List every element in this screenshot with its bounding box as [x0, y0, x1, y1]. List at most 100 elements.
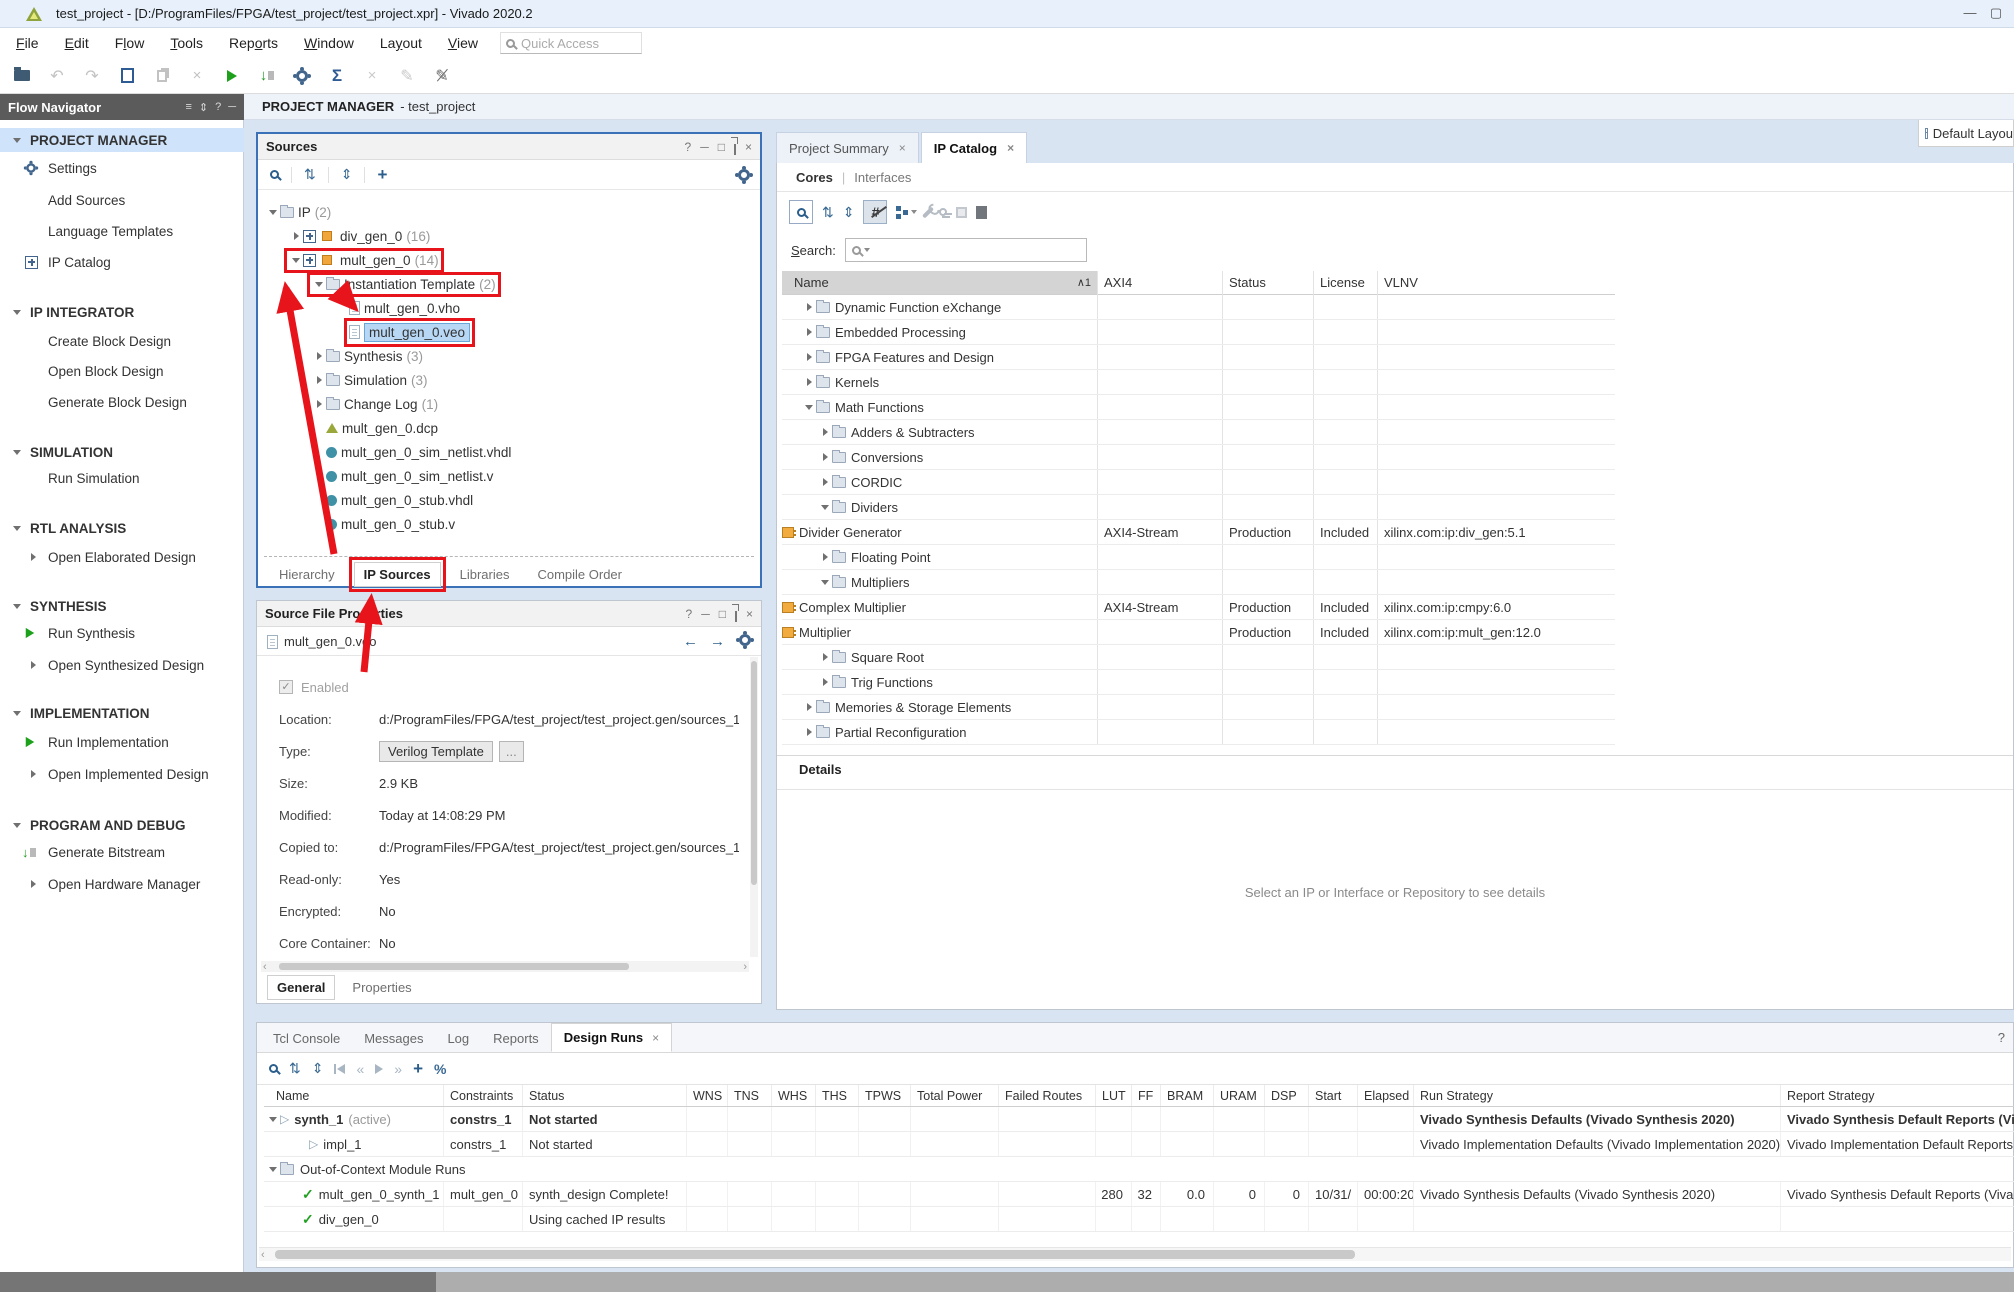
tab-ip-catalog[interactable]: IP Catalog× — [921, 132, 1027, 164]
nav-item-settings[interactable]: Settings — [0, 157, 244, 179]
edit-icon[interactable]: ✎ — [394, 64, 420, 88]
run-row-div-gen-0[interactable]: ✓div_gen_0 Using cached IP results — [264, 1207, 2014, 1232]
help-icon[interactable]: ? — [685, 140, 692, 154]
back-arrow-icon[interactable]: ← — [683, 633, 698, 650]
catalog-category[interactable]: Memories & Storage Elements — [782, 695, 1615, 720]
tree-item-mult-gen-0[interactable]: mult_gen_0(14) — [258, 248, 758, 272]
horizontal-scrollbar[interactable]: ‹ — [259, 1247, 2011, 1261]
forward-arrow-icon[interactable]: → — [710, 633, 725, 650]
collapse-all-icon[interactable]: ⇅ — [289, 1060, 301, 1077]
horizontal-scrollbar[interactable]: ‹› — [261, 961, 749, 972]
tree-item-div-gen-0[interactable]: div_gen_0(16) — [258, 224, 758, 248]
percent-icon[interactable]: % — [434, 1061, 446, 1077]
minimize-panel-icon[interactable]: ─ — [701, 607, 710, 621]
nav-item-generate-block-design[interactable]: Generate Block Design — [0, 391, 244, 413]
tab-properties[interactable]: Properties — [343, 976, 420, 999]
close-panel-icon[interactable]: × — [745, 140, 752, 154]
tree-item-mult-gen-0-vho[interactable]: mult_gen_0.vho — [258, 296, 758, 320]
settings-gear-icon[interactable] — [739, 634, 751, 646]
tab-log[interactable]: Log — [435, 1025, 481, 1052]
column-name[interactable]: Name — [264, 1085, 444, 1106]
menu-layout[interactable]: Layout — [380, 35, 422, 51]
expand-collapse-icon[interactable]: ⇕ — [199, 101, 208, 114]
minimize-panel-icon[interactable]: ─ — [700, 140, 709, 154]
hide-incompatible-icon[interactable]: # — [863, 200, 887, 224]
settings-icon[interactable] — [289, 64, 315, 88]
expand-all-icon[interactable]: ⇕ — [843, 204, 855, 221]
catalog-category-math-functions[interactable]: Math Functions — [782, 395, 1615, 420]
vertical-scrollbar[interactable] — [750, 657, 758, 957]
column-wns[interactable]: WNS — [687, 1085, 728, 1106]
column-report-strategy[interactable]: Report Strategy — [1781, 1085, 2014, 1106]
catalog-category[interactable]: Adders & Subtracters — [782, 420, 1615, 445]
column-ff[interactable]: FF — [1132, 1085, 1161, 1106]
catalog-ip-multiplier[interactable]: MultiplierProductionIncludedxilinx.com:i… — [782, 620, 1615, 645]
nav-section-ip-integrator[interactable]: IP INTEGRATOR — [0, 301, 244, 323]
delete-icon[interactable]: × — [184, 64, 210, 88]
nav-item-language-templates[interactable]: Language Templates — [0, 220, 244, 242]
chevron-right-icon[interactable] — [26, 553, 40, 561]
subtab-interfaces[interactable]: Interfaces — [854, 170, 911, 185]
group-by-hierarchy-icon[interactable] — [896, 206, 908, 218]
search-icon[interactable] — [789, 200, 813, 224]
column-elapsed[interactable]: Elapsed — [1358, 1085, 1414, 1106]
copy-icon[interactable] — [149, 64, 175, 88]
nav-item-run-synthesis[interactable]: Run Synthesis — [0, 622, 244, 644]
column-tpws[interactable]: TPWS — [859, 1085, 911, 1106]
collapse-all-icon[interactable]: ⇅ — [822, 204, 834, 221]
help-icon[interactable]: ? — [686, 607, 693, 621]
nav-item-open-implemented-design[interactable]: Open Implemented Design — [0, 763, 244, 785]
column-failed-routes[interactable]: Failed Routes — [999, 1085, 1096, 1106]
tree-item-mult-gen-0-dcp[interactable]: mult_gen_0.dcp — [258, 416, 758, 440]
help-icon[interactable]: ? — [1998, 1030, 2005, 1045]
maximize-icon[interactable]: ▢ — [1988, 6, 2004, 20]
column-name[interactable]: Name∧1 — [782, 271, 1097, 294]
nav-item-create-block-design[interactable]: Create Block Design — [0, 330, 244, 352]
run-icon[interactable] — [219, 64, 245, 88]
menu-reports[interactable]: Reports — [229, 35, 278, 51]
run-row-impl-1[interactable]: ▷impl_1 constrs_1 Not started Vivado Imp… — [264, 1132, 2014, 1157]
catalog-search-input[interactable] — [845, 238, 1087, 262]
float-panel-icon[interactable] — [734, 140, 736, 154]
minimize-icon[interactable]: — — [1962, 6, 1978, 20]
tree-item-ip[interactable]: IP(2) — [258, 200, 758, 224]
nav-item-open-elaborated-design[interactable]: Open Elaborated Design — [0, 546, 244, 568]
nav-section-rtl-analysis[interactable]: RTL ANALYSIS — [0, 517, 244, 539]
column-dsp[interactable]: DSP — [1265, 1085, 1309, 1106]
tree-item-sim-netlist-v[interactable]: mult_gen_0_sim_netlist.v — [258, 464, 758, 488]
catalog-category[interactable]: Embedded Processing — [782, 320, 1615, 345]
column-start[interactable]: Start — [1309, 1085, 1358, 1106]
quick-access-search[interactable] — [500, 32, 642, 54]
tab-compile-order[interactable]: Compile Order — [528, 563, 631, 586]
maximize-panel-icon[interactable]: □ — [719, 607, 726, 621]
unmark-icon[interactable]: ✎̸ — [429, 64, 455, 88]
tab-design-runs[interactable]: Design Runs× — [551, 1023, 672, 1052]
nav-item-run-simulation[interactable]: Run Simulation — [0, 467, 244, 489]
menu-window[interactable]: Window — [304, 35, 354, 51]
column-whs[interactable]: WHS — [772, 1085, 816, 1106]
ellipsis-button[interactable]: ... — [499, 741, 524, 762]
enabled-checkbox[interactable]: ✓ — [279, 680, 293, 694]
catalog-category[interactable]: Trig Functions — [782, 670, 1615, 695]
tree-item-stub-v[interactable]: mult_gen_0_stub.v — [258, 512, 758, 536]
column-ths[interactable]: THS — [816, 1085, 859, 1106]
wrench-icon[interactable] — [922, 206, 934, 218]
close-icon[interactable]: × — [899, 141, 906, 155]
tree-item-synthesis[interactable]: Synthesis(3) — [258, 344, 758, 368]
run-row-mult-gen-0-synth-1[interactable]: ✓mult_gen_0_synth_1 mult_gen_0 synth_des… — [264, 1182, 2014, 1207]
report-icon[interactable]: Σ — [324, 64, 350, 88]
generate-bitstream-icon[interactable]: ↓ — [254, 64, 280, 88]
search-icon[interactable] — [270, 170, 279, 179]
layout-selector[interactable]: Default Layou — [1918, 119, 2014, 147]
catalog-category[interactable]: Kernels — [782, 370, 1615, 395]
tab-libraries[interactable]: Libraries — [451, 563, 519, 586]
license-key-icon[interactable] — [939, 208, 947, 216]
nav-item-generate-bitstream[interactable]: ↓Generate Bitstream — [0, 841, 244, 863]
save-icon[interactable] — [114, 64, 140, 88]
column-status[interactable]: Status — [523, 1085, 687, 1106]
close-icon[interactable]: × — [1007, 141, 1014, 155]
menu-file[interactable]: File — [16, 35, 39, 51]
quick-access-input[interactable] — [521, 36, 621, 51]
settings-gear-icon[interactable] — [738, 169, 750, 181]
column-lut[interactable]: LUT — [1096, 1085, 1132, 1106]
